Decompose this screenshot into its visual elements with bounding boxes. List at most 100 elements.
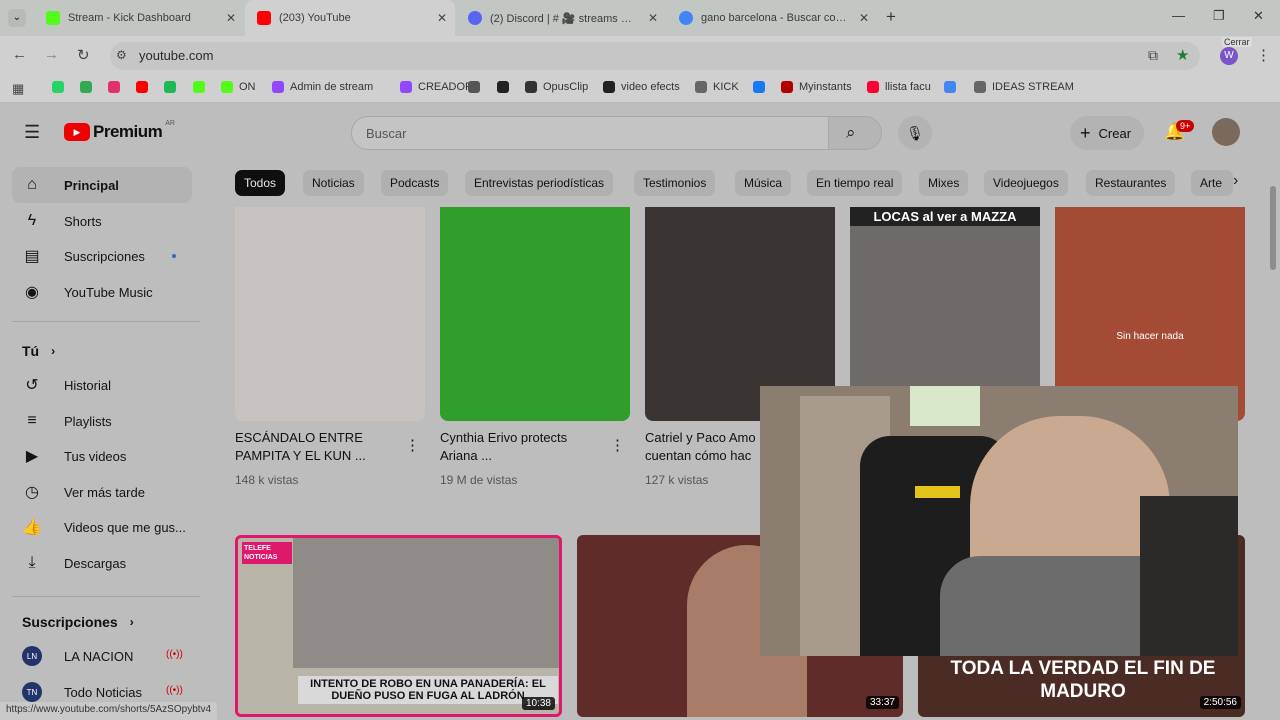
- bookmark-item[interactable]: OpusClip: [525, 81, 588, 93]
- bookmark-item[interactable]: CREADOR: [400, 81, 473, 93]
- sidebar-item-label: Shorts: [64, 213, 102, 229]
- voice-search-icon[interactable]: 🎙: [898, 116, 932, 150]
- tab-youtube[interactable]: (203) YouTube ✕: [245, 0, 455, 36]
- short-thumbnail[interactable]: [440, 207, 630, 421]
- close-tab-icon[interactable]: ✕: [437, 11, 447, 25]
- chip-restaurantes[interactable]: Restaurantes: [1086, 170, 1176, 196]
- short-title[interactable]: Cynthia Erivo protects Ariana ...: [440, 429, 600, 465]
- create-button[interactable]: + Crear: [1070, 116, 1144, 150]
- bookmark-star-icon[interactable]: ★: [1176, 46, 1189, 64]
- video-overlay-text: TODA LA VERDAD EL FIN DE MADURO: [950, 658, 1216, 702]
- chip-en-tiempo-real[interactable]: En tiempo real: [807, 170, 903, 196]
- apps-grid-icon[interactable]: ▦: [12, 81, 24, 97]
- sidebar-item-playlists[interactable]: ≡ Playlists: [12, 403, 192, 439]
- bookmark-item[interactable]: llista facu: [867, 81, 931, 93]
- chip-entrevistas-period-sticas[interactable]: Entrevistas periodísticas: [465, 170, 614, 196]
- bookmark-item[interactable]: [193, 81, 205, 93]
- close-tab-icon[interactable]: ✕: [226, 11, 236, 25]
- install-app-icon[interactable]: ⧉: [1148, 47, 1158, 64]
- profile-avatar[interactable]: W: [1220, 47, 1238, 65]
- sidebar-item-ver-m-s-tarde[interactable]: ◷ Ver más tarde: [12, 474, 192, 510]
- notification-badge: 9+: [1176, 120, 1195, 132]
- bookmark-item[interactable]: IDEAS STREAM: [974, 81, 1074, 93]
- search-input[interactable]: Buscar: [351, 116, 829, 150]
- account-avatar[interactable]: [1212, 118, 1240, 146]
- bookmark-favicon-icon: [603, 81, 615, 93]
- back-icon[interactable]: ←: [12, 46, 27, 63]
- tab-discord[interactable]: (2) Discord | # 🎥 streams 🎥 | L ✕: [456, 0, 666, 36]
- chip-arte[interactable]: Arte: [1191, 170, 1233, 196]
- bookmark-item[interactable]: Admin de stream: [272, 81, 373, 93]
- webcam-sofa: [1140, 496, 1238, 656]
- close-window-icon[interactable]: ✕: [1253, 8, 1264, 24]
- video-overlay-text: INTENTO DE ROBO EN UNA PANADERÍA: EL DUE…: [298, 676, 558, 704]
- address-bar[interactable]: [110, 42, 1200, 70]
- chip-podcasts[interactable]: Podcasts: [381, 170, 449, 196]
- bookmark-label: CREADOR: [418, 81, 474, 93]
- more-options-icon[interactable]: ⋮: [610, 436, 625, 454]
- chip-todos[interactable]: Todos: [235, 170, 286, 196]
- short-title[interactable]: ESCÁNDALO ENTRE PAMPITA Y EL KUN ...: [235, 429, 395, 465]
- you-section-header[interactable]: Tú ›: [22, 343, 55, 359]
- page-scrollbar[interactable]: [1270, 186, 1276, 270]
- tab-search-dropdown[interactable]: ⌄: [8, 9, 26, 27]
- tab-kick[interactable]: Stream - Kick Dashboard ✕: [34, 0, 244, 36]
- site-info-icon[interactable]: ⚙: [116, 48, 127, 62]
- bookmark-item[interactable]: [753, 81, 765, 93]
- sidebar-item-label: Suscripciones: [64, 248, 145, 264]
- bookmark-item[interactable]: [944, 81, 956, 93]
- sidebar-item-videos-que-me-gus[interactable]: 👍 Videos que me gus...: [12, 509, 192, 545]
- bookmark-item[interactable]: Myinstants: [781, 81, 852, 93]
- more-options-icon[interactable]: ⋮: [405, 436, 420, 454]
- sidebar-item-tus-videos[interactable]: ▶ Tus videos: [12, 438, 192, 474]
- video-duration: 33:37: [865, 696, 899, 709]
- chip-noticias[interactable]: Noticias: [303, 170, 364, 196]
- tab-google[interactable]: gano barcelona - Buscar con G ✕: [667, 0, 877, 36]
- subscriptions-header[interactable]: Suscripciones ›: [22, 614, 134, 630]
- search-button[interactable]: ⌕: [828, 116, 882, 150]
- bookmark-item[interactable]: [468, 81, 480, 93]
- chip-next-icon[interactable]: ›: [1233, 172, 1238, 190]
- menu-dots-icon[interactable]: ⋮: [1256, 46, 1271, 64]
- bookmark-item[interactable]: ON: [221, 81, 256, 93]
- chip-mixes[interactable]: Mixes: [919, 170, 969, 196]
- bookmark-item[interactable]: [108, 81, 120, 93]
- bookmark-item[interactable]: [136, 81, 148, 93]
- sidebar-item-label: Tus videos: [64, 448, 127, 464]
- video-thumbnail[interactable]: TELEFE NOTICIAS INTENTO DE ROBO EN UNA P…: [235, 535, 562, 717]
- sidebar-item-suscripciones[interactable]: ▤ Suscripciones: [12, 238, 192, 274]
- close-tab-icon[interactable]: ✕: [648, 11, 658, 25]
- sidebar-item-descargas[interactable]: ⤓ Descargas: [12, 545, 192, 581]
- discord-icon: [468, 11, 482, 25]
- chip-m-sica[interactable]: Música: [735, 170, 792, 196]
- sidebar-subscription-item[interactable]: LN LA NACION ((•)): [12, 638, 192, 674]
- music-icon: ◉: [25, 284, 39, 301]
- bookmark-item[interactable]: video efects: [603, 81, 680, 93]
- restore-icon[interactable]: ❐: [1213, 8, 1225, 24]
- sidebar-item-shorts[interactable]: ϟ Shorts: [12, 203, 192, 239]
- sidebar-item-historial[interactable]: ↺ Historial: [12, 367, 192, 403]
- bookmark-item[interactable]: [164, 81, 176, 93]
- minimize-icon[interactable]: —: [1172, 8, 1185, 23]
- reload-icon[interactable]: ↻: [77, 46, 90, 64]
- channel-avatar: LN: [22, 646, 42, 666]
- bookmark-item[interactable]: [80, 81, 92, 93]
- bookmark-favicon-icon: [525, 81, 537, 93]
- sidebar-item-youtube-music[interactable]: ◉ YouTube Music: [12, 274, 192, 310]
- bookmark-item[interactable]: [497, 81, 509, 93]
- sidebar-item-principal[interactable]: ⌂ Principal: [12, 167, 192, 203]
- close-tab-icon[interactable]: ✕: [859, 11, 869, 25]
- sidebar-item-label: LA NACION: [64, 648, 134, 664]
- bookmark-item[interactable]: [52, 81, 64, 93]
- bookmark-favicon-icon: [781, 81, 793, 93]
- bookmark-item[interactable]: KICK: [695, 81, 739, 93]
- bookmark-favicon-icon: [974, 81, 986, 93]
- forward-icon[interactable]: →: [44, 46, 59, 63]
- youtube-logo[interactable]: ▶ Premium AR: [64, 120, 175, 142]
- hamburger-menu-icon[interactable]: ☰: [24, 122, 40, 143]
- new-tab-button[interactable]: +: [886, 7, 896, 27]
- chip-testimonios[interactable]: Testimonios: [634, 170, 716, 196]
- bookmark-label: IDEAS STREAM: [992, 81, 1074, 93]
- chip-videojuegos[interactable]: Videojuegos: [984, 170, 1068, 196]
- short-thumbnail[interactable]: [235, 207, 425, 421]
